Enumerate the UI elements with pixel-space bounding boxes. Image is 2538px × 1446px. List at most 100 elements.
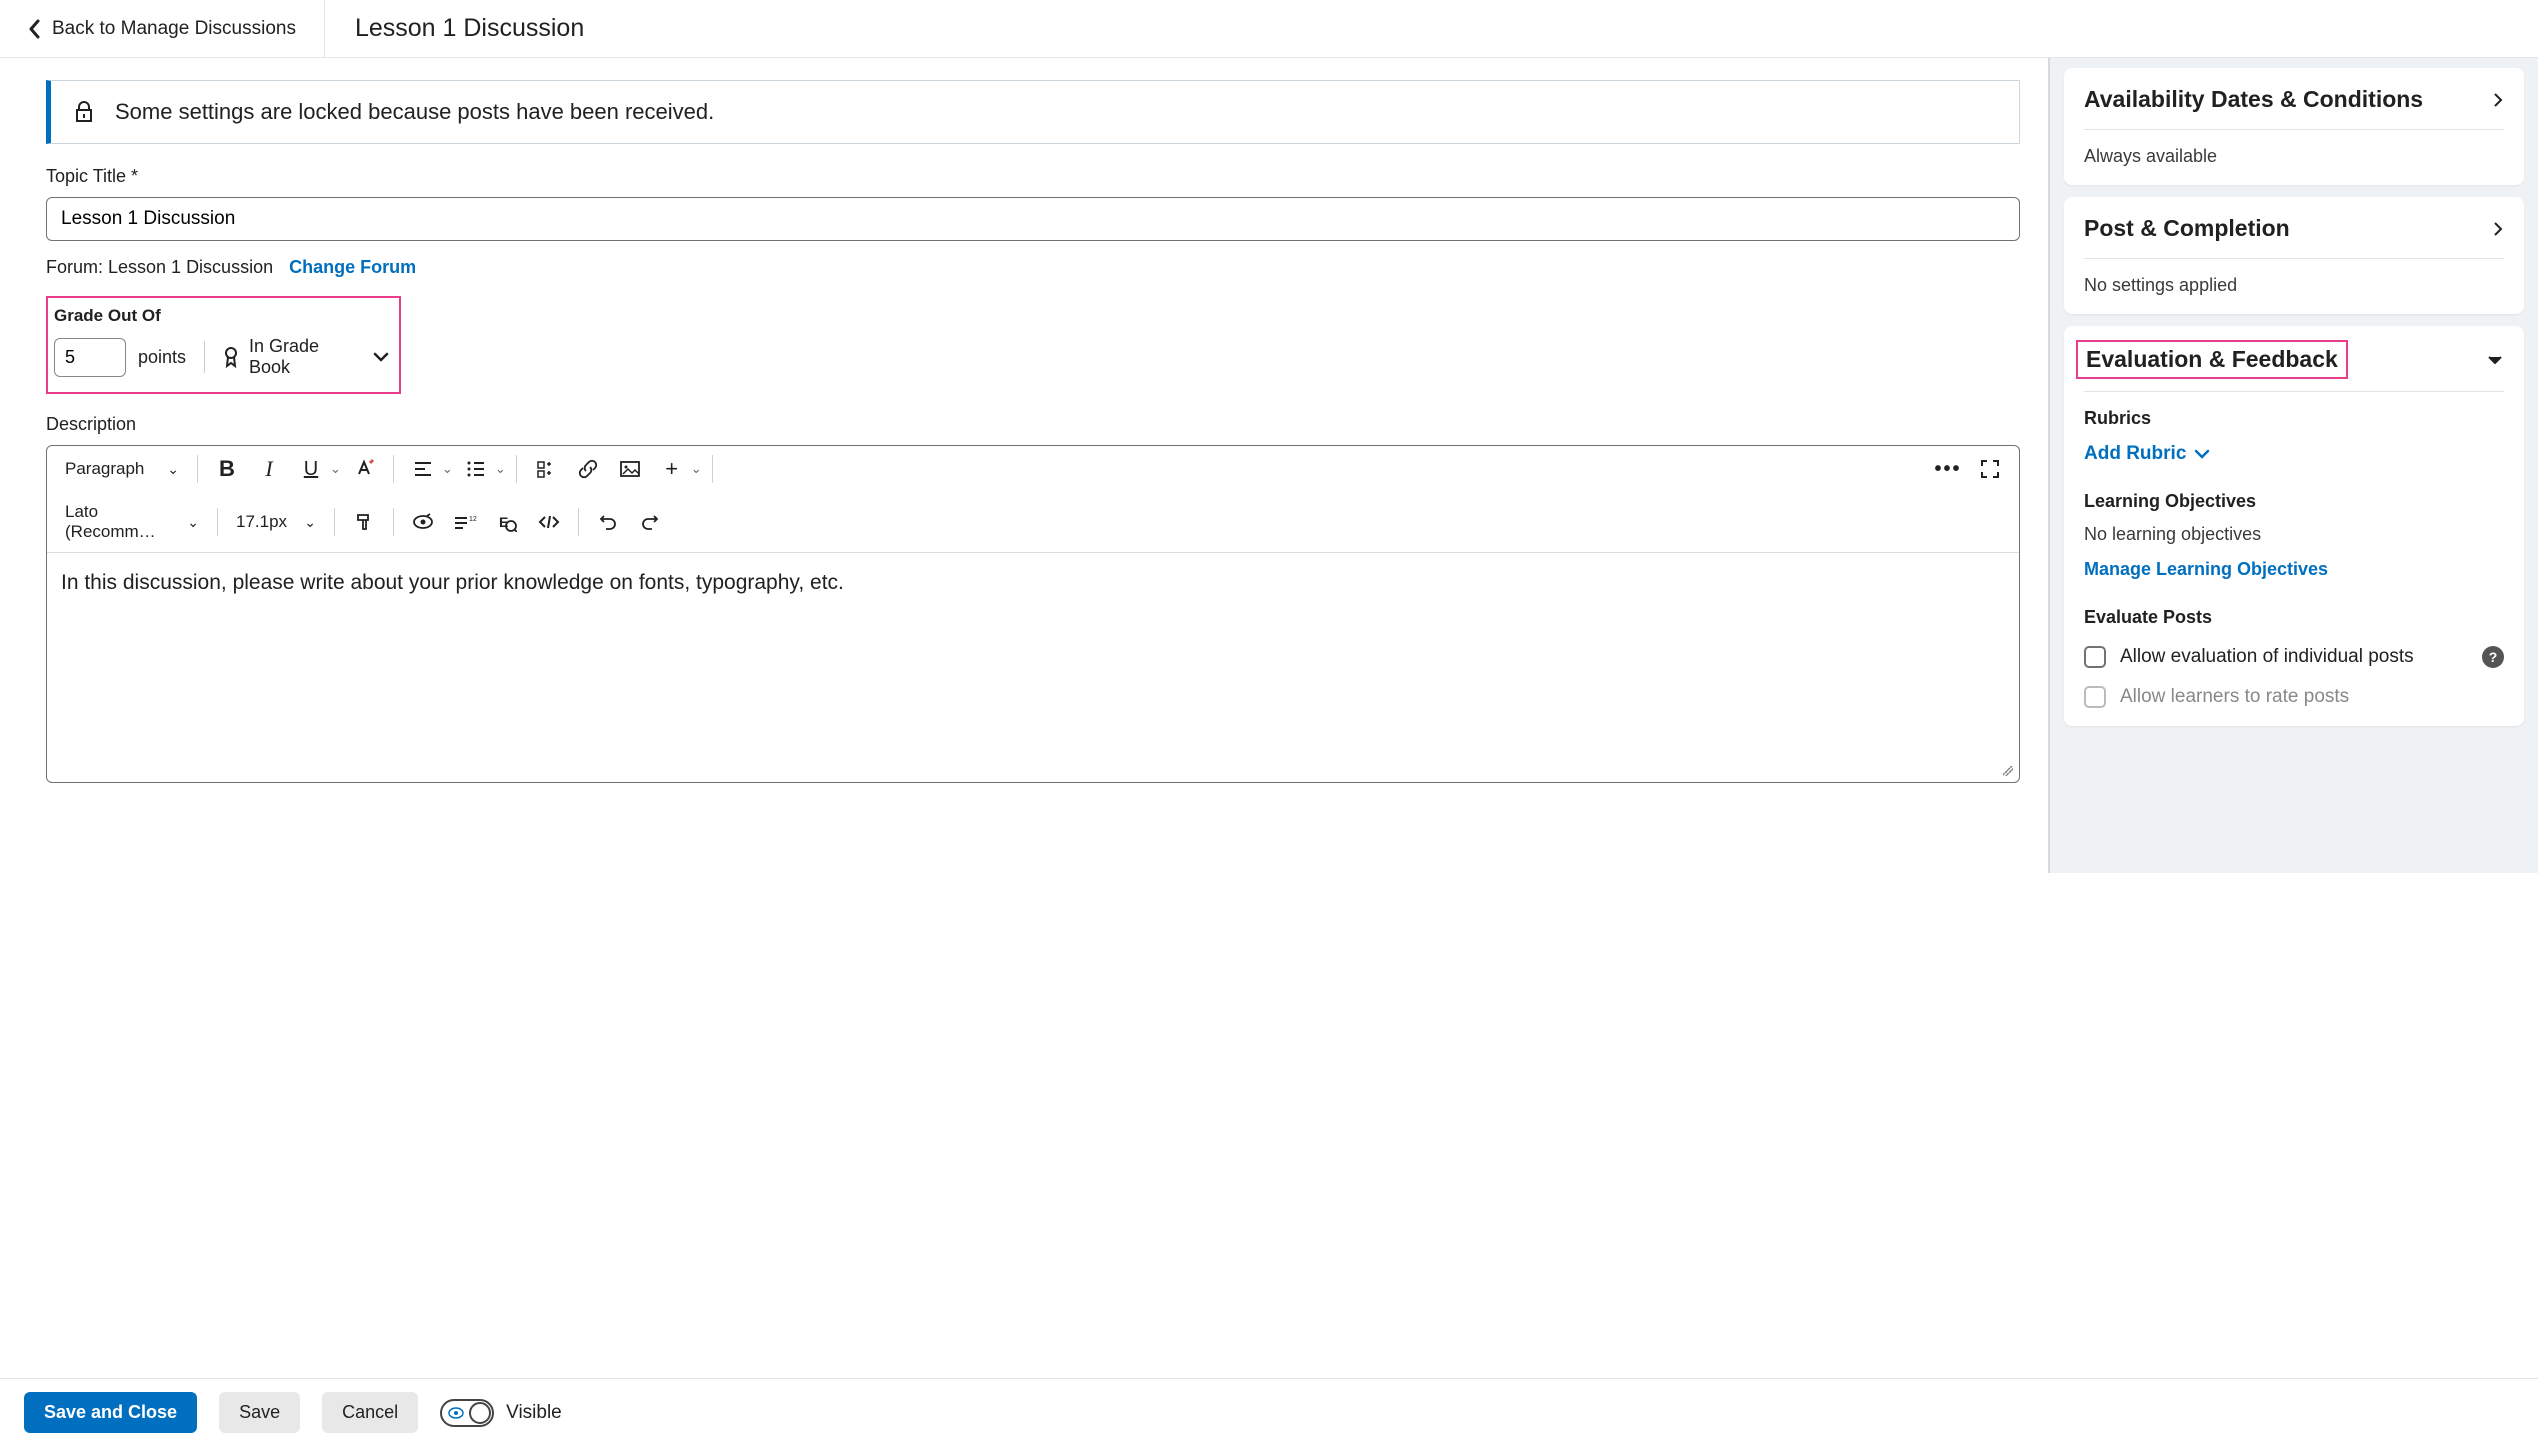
allow-eval-checkbox[interactable] <box>2084 646 2106 668</box>
add-rubric-link[interactable]: Add Rubric <box>2084 443 2504 465</box>
format-painter-button[interactable] <box>345 505 383 539</box>
chevron-down-icon: ⌄ <box>167 461 179 478</box>
underline-button[interactable]: U <box>292 452 330 486</box>
availability-toggle[interactable]: Availability Dates & Conditions <box>2084 86 2504 113</box>
equation-preview-button[interactable]: E <box>488 505 526 539</box>
more-actions-button[interactable]: ••• <box>1929 452 1967 486</box>
redo-button[interactable] <box>631 505 669 539</box>
divider <box>516 455 517 483</box>
divider <box>217 508 218 536</box>
divider <box>204 341 205 373</box>
grade-points-input[interactable] <box>54 338 126 377</box>
resize-handle[interactable] <box>1999 762 2015 778</box>
chevron-down-icon[interactable]: ⌄ <box>691 461 702 477</box>
align-button[interactable] <box>404 452 442 486</box>
description-label: Description <box>46 414 2020 435</box>
post-completion-summary: No settings applied <box>2084 275 2504 296</box>
text-color-button[interactable] <box>345 452 383 486</box>
post-completion-toggle[interactable]: Post & Completion <box>2084 215 2504 242</box>
availability-title: Availability Dates & Conditions <box>2084 86 2423 113</box>
font-family-select[interactable]: Lato (Recomm… ⌄ <box>57 498 207 546</box>
chevron-down-icon[interactable]: ⌄ <box>442 461 453 477</box>
learning-objectives-label: Learning Objectives <box>2084 491 2504 512</box>
content-area: Some settings are locked because posts h… <box>0 58 2538 873</box>
footer-bar: Save and Close Save Cancel Visible <box>0 1378 2538 1446</box>
insert-image-button[interactable] <box>611 452 649 486</box>
toggle-knob <box>469 1402 491 1424</box>
no-objectives-text: No learning objectives <box>2084 524 2504 545</box>
rich-text-editor: Paragraph ⌄ B I U ⌄ ⌄ <box>46 445 2020 783</box>
caret-right-icon <box>2492 91 2504 109</box>
save-and-close-button[interactable]: Save and Close <box>24 1392 197 1433</box>
font-size-select[interactable]: 17.1px ⌄ <box>228 508 324 536</box>
ribbon-icon <box>223 346 239 368</box>
evaluation-toggle[interactable]: Evaluation & Feedback <box>2084 344 2504 375</box>
page-title: Lesson 1 Discussion <box>325 14 584 43</box>
cancel-button[interactable]: Cancel <box>322 1392 418 1433</box>
bold-button[interactable]: B <box>208 452 246 486</box>
caret-down-icon <box>2486 354 2504 366</box>
availability-summary: Always available <box>2084 146 2504 167</box>
divider <box>578 508 579 536</box>
evaluation-title: Evaluation & Feedback <box>2086 346 2338 372</box>
manage-objectives-link[interactable]: Manage Learning Objectives <box>2084 559 2328 580</box>
back-label: Back to Manage Discussions <box>52 18 296 40</box>
rubrics-label: Rubrics <box>2084 408 2504 429</box>
allow-rate-row: Allow learners to rate posts <box>2084 686 2504 708</box>
chevron-left-icon <box>28 19 42 39</box>
allow-eval-row: Allow evaluation of individual posts ? <box>2084 646 2504 668</box>
divider <box>393 508 394 536</box>
editor-content[interactable]: In this discussion, please write about y… <box>47 552 2019 782</box>
help-icon[interactable]: ? <box>2482 646 2504 668</box>
chevron-down-icon <box>373 352 389 362</box>
forum-name: Forum: Lesson 1 Discussion <box>46 257 273 278</box>
word-count-button[interactable]: 123 <box>446 505 484 539</box>
lock-icon <box>75 101 93 123</box>
undo-button[interactable] <box>589 505 627 539</box>
points-label: points <box>138 347 186 368</box>
back-link[interactable]: Back to Manage Discussions <box>0 0 325 57</box>
save-button[interactable]: Save <box>219 1392 300 1433</box>
visibility-toggle-wrap: Visible <box>440 1399 562 1427</box>
post-completion-title: Post & Completion <box>2084 215 2290 242</box>
page-header: Back to Manage Discussions Lesson 1 Disc… <box>0 0 2538 58</box>
grade-label: Grade Out Of <box>54 306 389 326</box>
topic-title-input[interactable] <box>46 197 2020 241</box>
caret-right-icon <box>2492 220 2504 238</box>
chevron-down-icon: ⌄ <box>187 514 199 531</box>
main-column: Some settings are locked because posts h… <box>0 58 2050 873</box>
source-code-button[interactable] <box>530 505 568 539</box>
grade-out-of-section: Grade Out Of points In Grade Book <box>46 296 401 394</box>
evaluate-posts-label: Evaluate Posts <box>2084 607 2504 628</box>
chevron-down-icon <box>2194 449 2210 459</box>
chevron-down-icon[interactable]: ⌄ <box>495 461 506 477</box>
list-button[interactable] <box>457 452 495 486</box>
italic-button[interactable]: I <box>250 452 288 486</box>
insert-stuff-button[interactable] <box>527 452 565 486</box>
block-format-select[interactable]: Paragraph ⌄ <box>57 455 187 483</box>
visibility-label: Visible <box>506 1402 562 1424</box>
evaluation-panel: Evaluation & Feedback Rubrics Add Rubric… <box>2064 326 2524 726</box>
chevron-down-icon: ⌄ <box>304 514 316 531</box>
divider <box>712 455 713 483</box>
chevron-down-icon[interactable]: ⌄ <box>330 461 341 477</box>
allow-rate-checkbox[interactable] <box>2084 686 2106 708</box>
accessibility-check-button[interactable] <box>404 505 442 539</box>
divider <box>334 508 335 536</box>
divider <box>197 455 198 483</box>
svg-text:123: 123 <box>469 516 477 523</box>
insert-more-button[interactable]: + <box>653 452 691 486</box>
allow-eval-label: Allow evaluation of individual posts <box>2120 646 2414 668</box>
topic-title-label: Topic Title * <box>46 166 2020 187</box>
sidebar: Availability Dates & Conditions Always a… <box>2050 58 2538 873</box>
post-completion-panel: Post & Completion No settings applied <box>2064 197 2524 314</box>
insert-link-button[interactable] <box>569 452 607 486</box>
locked-notice: Some settings are locked because posts h… <box>46 80 2020 144</box>
fullscreen-button[interactable] <box>1971 452 2009 486</box>
in-gradebook-dropdown[interactable]: In Grade Book <box>223 336 389 378</box>
notice-text: Some settings are locked because posts h… <box>115 99 714 125</box>
availability-panel: Availability Dates & Conditions Always a… <box>2064 68 2524 185</box>
change-forum-link[interactable]: Change Forum <box>289 257 416 278</box>
visibility-toggle[interactable] <box>440 1399 494 1427</box>
allow-rate-label: Allow learners to rate posts <box>2120 686 2349 708</box>
